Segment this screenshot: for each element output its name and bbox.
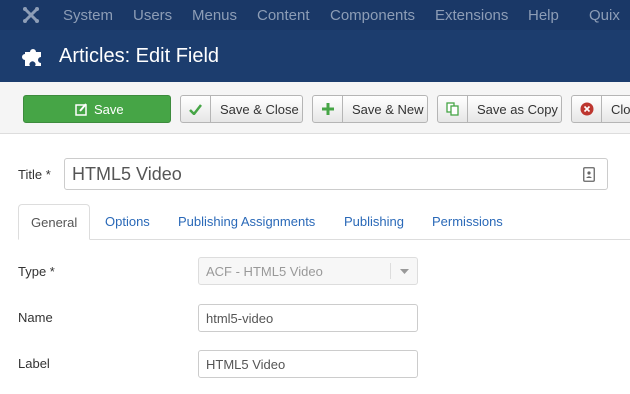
type-select-value: ACF - HTML5 Video [206,264,323,279]
top-menu-bar: System Users Menus Content Components Ex… [0,0,630,30]
label-field[interactable]: HTML5 Video [198,350,418,378]
title-label: Title * [18,167,51,182]
copy-icon [438,96,468,122]
save-and-new-label: Save & New [352,102,424,117]
label-label: Label [18,356,50,371]
close-button[interactable]: Clo [571,95,630,123]
close-label: Clo [611,102,630,117]
tab-general-label: General [31,215,78,230]
name-field[interactable]: html5-video [198,304,418,332]
menu-quix[interactable]: Quix [589,7,620,24]
menu-help[interactable]: Help [528,7,559,24]
toolbar: Save Save & Close Save & New Save as Cop… [0,82,630,134]
label-field-value: HTML5 Video [206,357,286,372]
save-and-new-button[interactable]: Save & New [312,95,428,123]
check-icon [181,96,211,122]
contact-card-icon [583,167,595,182]
plus-icon [313,96,343,122]
tabs-divider [18,239,630,240]
menu-extensions[interactable]: Extensions [435,7,508,24]
title-input[interactable]: HTML5 Video [64,158,608,190]
page-header: Articles: Edit Field [0,30,630,82]
name-field-value: html5-video [206,311,274,326]
save-and-close-button[interactable]: Save & Close [180,95,303,123]
page-title: Articles: Edit Field [59,45,220,67]
tab-publishing-assignments[interactable]: Publishing Assignments [178,214,315,229]
menu-system[interactable]: System [63,7,113,24]
puzzle-icon [22,49,41,66]
chevron-down-icon [391,258,417,284]
title-input-value: HTML5 Video [72,164,182,184]
tab-permissions[interactable]: Permissions [432,214,503,229]
joomla-logo-icon[interactable] [22,6,40,24]
edit-icon [72,96,90,122]
menu-content[interactable]: Content [257,7,310,24]
menu-users[interactable]: Users [133,7,172,24]
tab-options[interactable]: Options [105,214,150,229]
tab-publishing[interactable]: Publishing [344,214,404,229]
save-button[interactable]: Save [23,95,171,123]
save-as-copy-button[interactable]: Save as Copy [437,95,562,123]
type-label: Type * [18,264,55,279]
name-label: Name [18,310,53,325]
save-and-close-label: Save & Close [220,102,299,117]
menu-components[interactable]: Components [330,7,415,24]
save-button-label: Save [94,102,124,117]
type-select[interactable]: ACF - HTML5 Video [198,257,418,285]
save-as-copy-label: Save as Copy [477,102,558,117]
tab-general[interactable]: General [18,204,90,240]
menu-menus[interactable]: Menus [192,7,237,24]
close-circle-icon [572,96,602,122]
